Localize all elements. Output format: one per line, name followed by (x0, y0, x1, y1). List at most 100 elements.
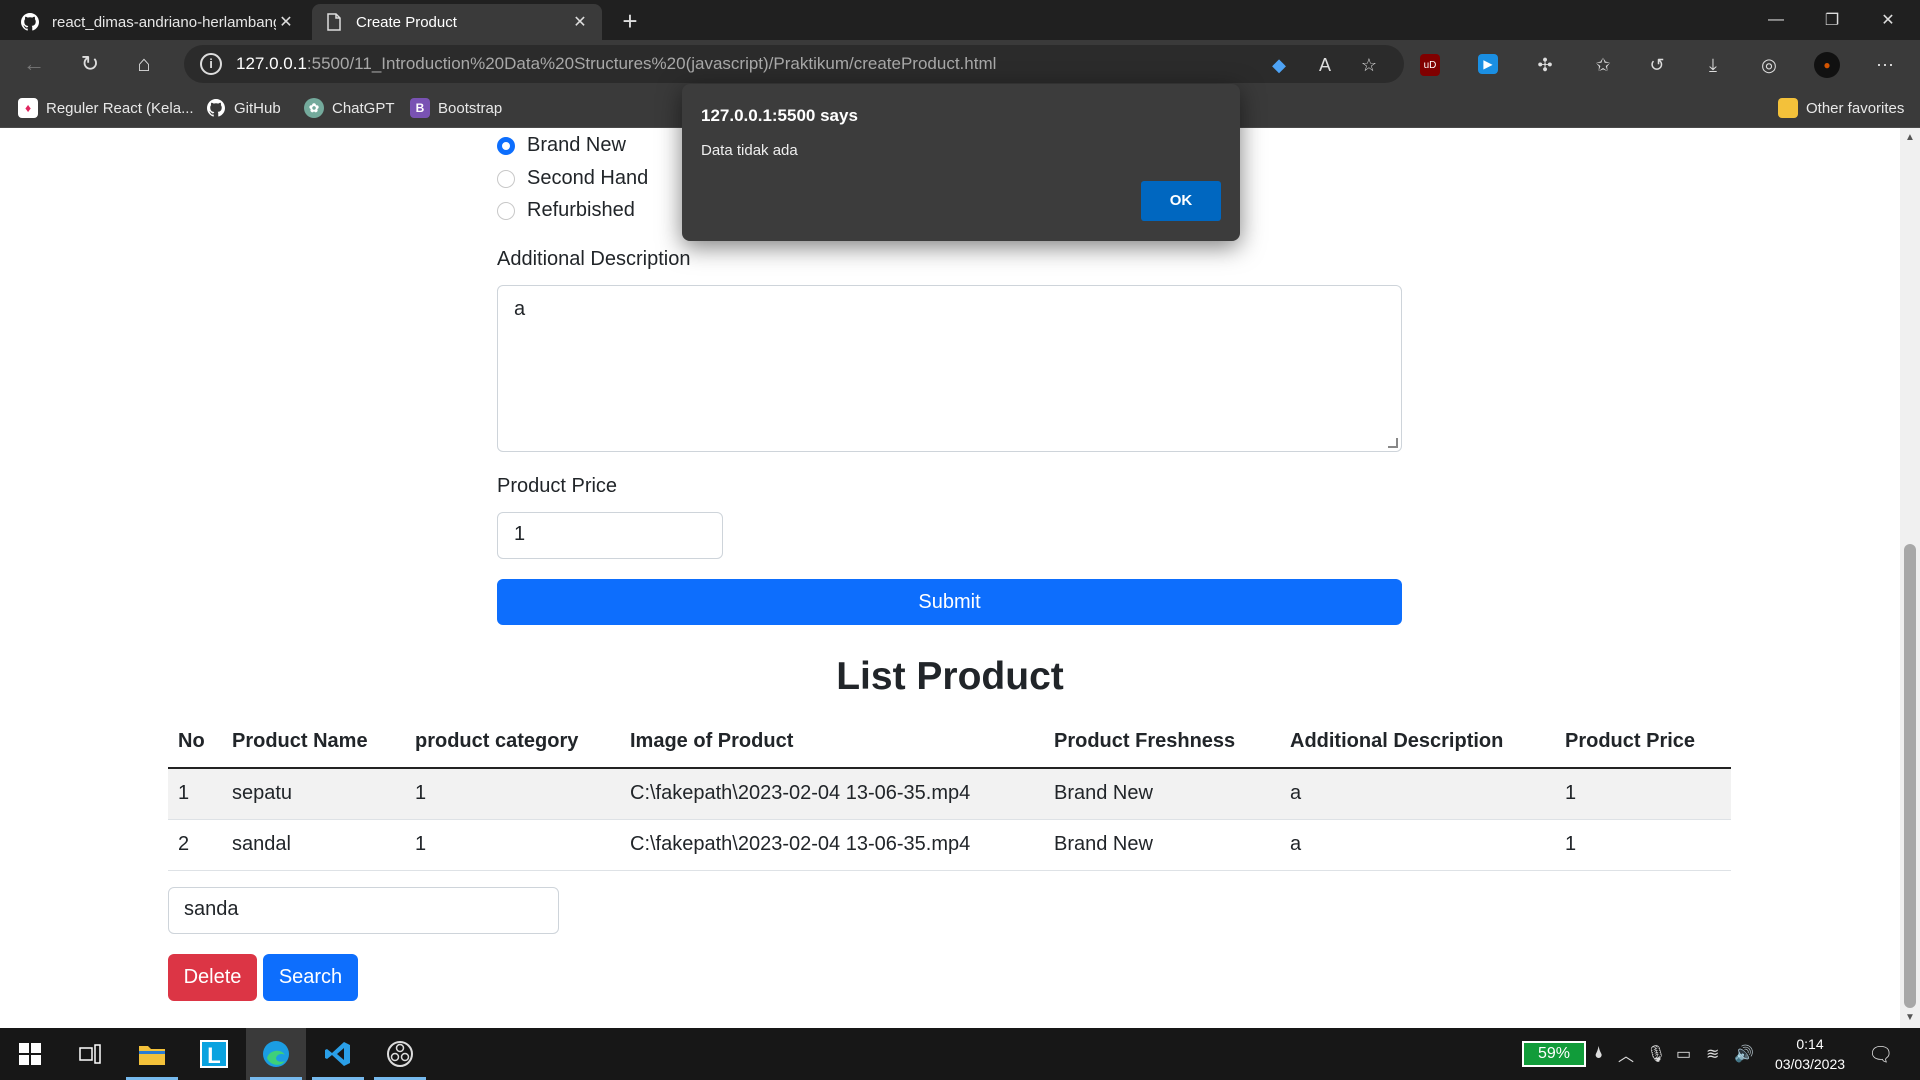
price-input[interactable]: 1 (497, 512, 723, 559)
add-favorite-icon[interactable]: ☆ (1356, 52, 1382, 78)
page-scrollbar[interactable]: ▲ ▼ (1900, 128, 1920, 1028)
system-clock[interactable]: 0:14 03/03/2023 (1760, 1034, 1860, 1074)
obs-icon[interactable] (370, 1028, 430, 1080)
radio-second-hand[interactable]: Second Hand (497, 167, 648, 190)
window-close-icon[interactable]: ✕ (1860, 0, 1916, 40)
tab-title: react_dimas-andriano-herlambang (52, 13, 276, 31)
more-menu-icon[interactable]: ⋯ (1872, 52, 1898, 78)
radio-button[interactable] (497, 169, 515, 188)
bookmark-github[interactable]: GitHub (206, 96, 281, 120)
wifi-icon[interactable]: ≋ (1706, 1028, 1719, 1080)
table-cell: 1 (1555, 819, 1731, 871)
url-host: 127.0.0.1 (236, 54, 307, 73)
radio-label: Refurbished (527, 199, 635, 221)
dialog-message: Data tidak ada (701, 142, 798, 159)
table-cell: Brand New (1044, 768, 1280, 820)
edge-browser-icon[interactable] (246, 1028, 306, 1080)
table-cell: Brand New (1044, 819, 1280, 871)
radio-button[interactable] (497, 136, 515, 155)
search-input[interactable]: sanda (168, 887, 559, 934)
bookmark-bootstrap[interactable]: B Bootstrap (410, 96, 502, 120)
info-icon[interactable]: i (200, 53, 222, 75)
history-icon[interactable]: ↺ (1644, 52, 1670, 78)
table-row: 1 sepatu 1 C:\fakepath\2023-02-04 13-06-… (168, 768, 1731, 820)
ok-button[interactable]: OK (1141, 181, 1221, 221)
performance-icon[interactable]: ◎ (1756, 52, 1782, 78)
restore-icon[interactable]: ❐ (1804, 0, 1860, 40)
microphone-icon[interactable]: 🎙 (1646, 1028, 1666, 1080)
battery-indicator[interactable]: 59% (1522, 1028, 1586, 1080)
scroll-down-icon[interactable]: ▼ (1900, 1012, 1920, 1023)
resize-handle[interactable] (1388, 438, 1398, 448)
favorites-icon[interactable]: ✩ (1590, 52, 1616, 78)
scroll-up-icon[interactable]: ▲ (1900, 132, 1920, 143)
vscode-icon[interactable] (308, 1028, 368, 1080)
extensions-icon[interactable]: ✣ (1532, 52, 1558, 78)
volume-icon[interactable]: 🔊 (1734, 1028, 1754, 1080)
start-button[interactable] (0, 1028, 60, 1080)
url-path: :5500/11_Introduction%20Data%20Structure… (306, 54, 997, 73)
bookmark-label: ChatGPT (332, 99, 395, 117)
chevron-up-icon[interactable]: ︿ (1618, 1028, 1634, 1080)
browser-tab-bar: react_dimas-andriano-herlambang ✕ Create… (0, 0, 1920, 40)
close-icon[interactable]: ✕ (276, 12, 296, 32)
table-cell: 1 (1555, 768, 1731, 820)
scroll-thumb[interactable] (1904, 544, 1916, 1008)
delete-button[interactable]: Delete (168, 954, 257, 1001)
download-icon[interactable]: ⤓ (1700, 52, 1726, 78)
table-cell: 2 (168, 819, 222, 871)
back-arrow-icon[interactable]: ← (18, 48, 50, 80)
bootstrap-icon: B (410, 98, 430, 118)
bookmark-reguler-react[interactable]: ♦ Reguler React (Kela... (18, 96, 194, 120)
submit-button[interactable]: Submit (497, 579, 1402, 625)
ublock-icon[interactable]: uD (1420, 54, 1440, 76)
bookmark-other-favorites[interactable]: Other favorites (1778, 96, 1904, 120)
minimize-icon[interactable]: — (1748, 0, 1804, 40)
tab-github[interactable]: react_dimas-andriano-herlambang ✕ (8, 4, 308, 40)
table-cell: 1 (405, 768, 620, 820)
close-icon[interactable]: ✕ (570, 12, 590, 32)
column-header: Product Name (222, 716, 405, 769)
price-value: 1 (514, 523, 526, 545)
battery-percent: 59% (1522, 1041, 1586, 1067)
windows-taskbar: L 59% 🌢 ︿ 🎙 ▭ ≋ 🔊 0:14 03/03/2023 🗨 (0, 1028, 1920, 1080)
file-explorer-icon[interactable] (122, 1028, 182, 1080)
extension-icon[interactable]: ▶ (1478, 54, 1498, 74)
description-label: Additional Description (497, 248, 691, 270)
battery-icon[interactable]: ▭ (1676, 1028, 1691, 1080)
table-cell: a (1280, 819, 1555, 871)
home-icon[interactable]: ⌂ (128, 48, 160, 80)
bookmark-label: Other favorites (1806, 99, 1905, 117)
description-textarea[interactable]: a (497, 285, 1402, 452)
tag-icon[interactable]: ◆ (1266, 52, 1292, 78)
table-cell: a (1280, 768, 1555, 820)
radio-brand-new[interactable]: Brand New (497, 134, 626, 157)
notification-icon[interactable]: 🗨 (1868, 1028, 1893, 1080)
read-aloud-icon[interactable]: A (1312, 52, 1338, 78)
radio-refurbished[interactable]: Refurbished (497, 199, 635, 222)
profile-avatar[interactable]: ● (1814, 52, 1840, 78)
bookmark-label: Reguler React (Kela... (46, 99, 194, 117)
radio-button[interactable] (497, 201, 515, 220)
column-header: Product Freshness (1044, 716, 1280, 769)
new-tab-button[interactable]: + (614, 6, 646, 38)
product-table: No Product Name product category Image o… (168, 716, 1731, 871)
l-app-icon[interactable]: L (184, 1028, 244, 1080)
chatgpt-icon: ✿ (304, 98, 324, 118)
table-cell: sepatu (222, 768, 405, 820)
task-view-icon[interactable] (60, 1028, 120, 1080)
dialog-title: 127.0.0.1:5500 says (701, 106, 858, 125)
price-label: Product Price (497, 475, 618, 497)
address-bar[interactable]: i 127.0.0.1:5500/11_Introduction%20Data%… (184, 45, 1404, 83)
table-cell: C:\fakepath\2023-02-04 13-06-35.mp4 (620, 768, 1044, 820)
table-cell: C:\fakepath\2023-02-04 13-06-35.mp4 (620, 819, 1044, 871)
bookmark-chatgpt[interactable]: ✿ ChatGPT (304, 96, 395, 120)
refresh-icon[interactable]: ↻ (74, 48, 106, 80)
tab-create-product[interactable]: Create Product ✕ (312, 4, 602, 40)
battery-saver-icon[interactable]: 🌢 (1594, 1028, 1604, 1080)
windows-logo-icon (19, 1043, 41, 1065)
page-icon (324, 12, 344, 32)
bookmark-label: Bootstrap (438, 99, 503, 117)
folder-icon (1778, 98, 1798, 118)
search-button[interactable]: Search (263, 954, 358, 1001)
